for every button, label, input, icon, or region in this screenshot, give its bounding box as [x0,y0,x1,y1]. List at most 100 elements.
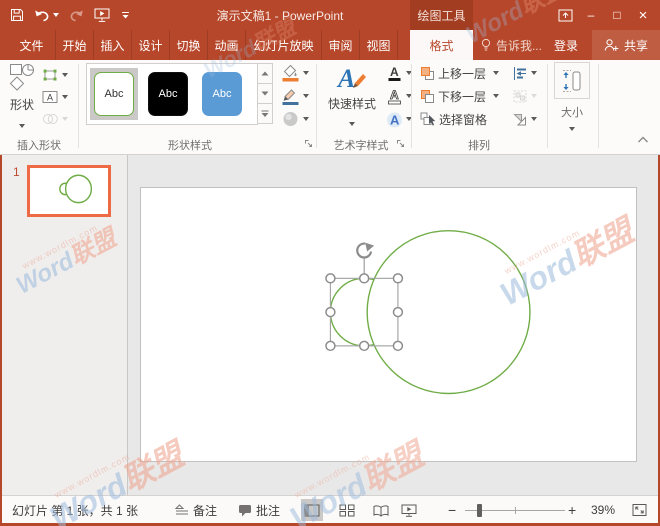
close-button[interactable]: × [630,0,656,30]
text-effects-button[interactable]: A [386,110,412,128]
comments-button[interactable]: 批注 [238,496,280,524]
selection-handle[interactable] [393,341,402,350]
window-title: 演示文稿1 - PowerPoint [170,0,390,30]
tab-file[interactable]: 文件 [8,30,56,60]
bring-forward-button[interactable]: 上移一层 [420,64,499,82]
bring-forward-icon [420,66,435,81]
shape-style-tile-selected[interactable]: Abc [90,68,138,120]
tell-me-button[interactable]: 告诉我... [481,37,542,54]
large-circle[interactable] [367,231,530,394]
tab-insert[interactable]: 插入 [94,30,132,60]
size-button[interactable] [554,62,590,99]
selection-handle[interactable] [326,341,335,350]
group-objects-icon [512,89,528,104]
tab-review[interactable]: 审阅 [322,30,360,60]
svg-text:A: A [47,93,53,103]
redo-icon [69,9,84,22]
shape-style-tile-black[interactable]: Abc [144,68,192,120]
zoom-level[interactable]: 39% [591,496,615,524]
ribbon-display-options-button[interactable] [552,0,578,30]
tab-view[interactable]: 视图 [360,30,398,60]
view-slide-sorter-icon [339,504,355,517]
shape-outline-button[interactable] [281,87,309,105]
start-slideshow-button[interactable] [92,6,113,25]
selection-handle[interactable] [360,274,369,283]
status-bar: 幻灯片 第 1 张，共 1 张 备注 批注 − + 39% [2,495,658,523]
view-slide-sorter-button[interactable] [336,499,358,521]
slide-editing-canvas[interactable] [129,155,658,495]
quick-styles-button[interactable]: A 快速样式 [324,62,380,129]
quick-access-toolbar [8,0,132,30]
group-label-insert-shapes: 插入形状 [0,137,78,153]
gallery-more-icon [261,110,269,118]
view-normal-icon [304,504,320,517]
view-normal-button[interactable] [301,499,323,521]
shape-style-tile-blue[interactable]: Abc [198,68,246,120]
shapes-button[interactable]: 形状 [6,62,38,131]
tab-design[interactable]: 设计 [132,30,170,60]
slideshow-from-start-icon [94,8,111,23]
send-backward-button[interactable]: 下移一层 [420,87,499,105]
selection-handle[interactable] [326,308,335,317]
size-caret[interactable] [569,120,575,134]
shape-fill-button[interactable] [281,64,309,82]
notes-button[interactable]: 备注 [175,496,217,524]
zoom-in-button[interactable]: + [568,496,576,524]
contextual-tool-header: 绘图工具 [410,0,473,30]
fit-slide-to-window-button[interactable] [628,499,650,521]
selection-handle[interactable] [393,308,402,317]
rotate-caret-icon [531,117,537,121]
slide[interactable] [140,187,637,462]
selection-handle[interactable] [326,274,335,283]
text-outline-button[interactable]: A [386,87,412,105]
zoom-slider-center-tick [515,507,516,514]
gallery-scroll-up-button[interactable] [257,63,273,84]
view-slideshow-button[interactable] [398,499,420,521]
slide-thumbnail-selected[interactable] [27,165,111,217]
selection-pane-button[interactable]: 选择窗格 [420,110,487,128]
merge-shapes-button-disabled[interactable] [42,110,68,128]
slide-thumbnail-panel: 1 [2,155,128,495]
wordart-styles-dialog-launcher[interactable] [396,138,406,152]
customize-qat-button[interactable] [119,9,132,22]
minimize-button[interactable]: – [578,0,604,30]
shape-styles-dialog-launcher[interactable] [304,138,314,152]
text-box-button[interactable]: A [42,88,68,106]
tab-slideshow[interactable]: 幻灯片放映 [246,30,322,60]
view-reading-button[interactable] [370,499,392,521]
redo-button-disabled[interactable] [67,7,86,24]
group-label-shape-styles: 形状样式 [86,137,294,153]
ribbon: 形状 A 插入形状 Abc Abc Abc [0,60,660,155]
zoom-slider-thumb[interactable] [477,504,482,517]
scroll-down-icon [261,91,269,96]
shape-effects-button[interactable] [281,110,309,128]
shape-fill-caret-icon [303,71,309,75]
share-button[interactable]: 共享 [592,30,660,60]
notes-icon [175,504,189,516]
shape-effects-icon [281,110,300,128]
sign-in-button[interactable]: 登录 [554,37,578,54]
size-caret-icon [569,127,575,131]
gallery-more-button[interactable] [257,103,273,124]
text-fill-button[interactable]: A [386,64,412,82]
gallery-scroll-down-button[interactable] [257,83,273,104]
zoom-out-button[interactable]: − [448,496,456,524]
tab-transitions[interactable]: 切换 [170,30,208,60]
tab-animations[interactable]: 动画 [208,30,246,60]
collapse-ribbon-button[interactable] [636,134,650,148]
tab-home[interactable]: 开始 [56,30,94,60]
rotate-objects-button[interactable] [512,110,537,128]
align-objects-button[interactable] [512,64,537,82]
group-label-arrange: 排列 [413,137,545,153]
undo-button[interactable] [32,7,61,24]
tab-format-active[interactable]: 格式 [410,30,473,60]
maximize-button[interactable]: □ [604,0,630,30]
edit-shape-button[interactable] [42,66,68,84]
svg-text:A: A [390,112,400,127]
undo-caret-icon[interactable] [53,13,59,17]
selection-handle[interactable] [360,341,369,350]
shape-fill-icon [281,64,300,82]
selection-handle[interactable] [393,274,402,283]
group-objects-button-disabled[interactable] [512,87,537,105]
save-button[interactable] [8,6,26,24]
